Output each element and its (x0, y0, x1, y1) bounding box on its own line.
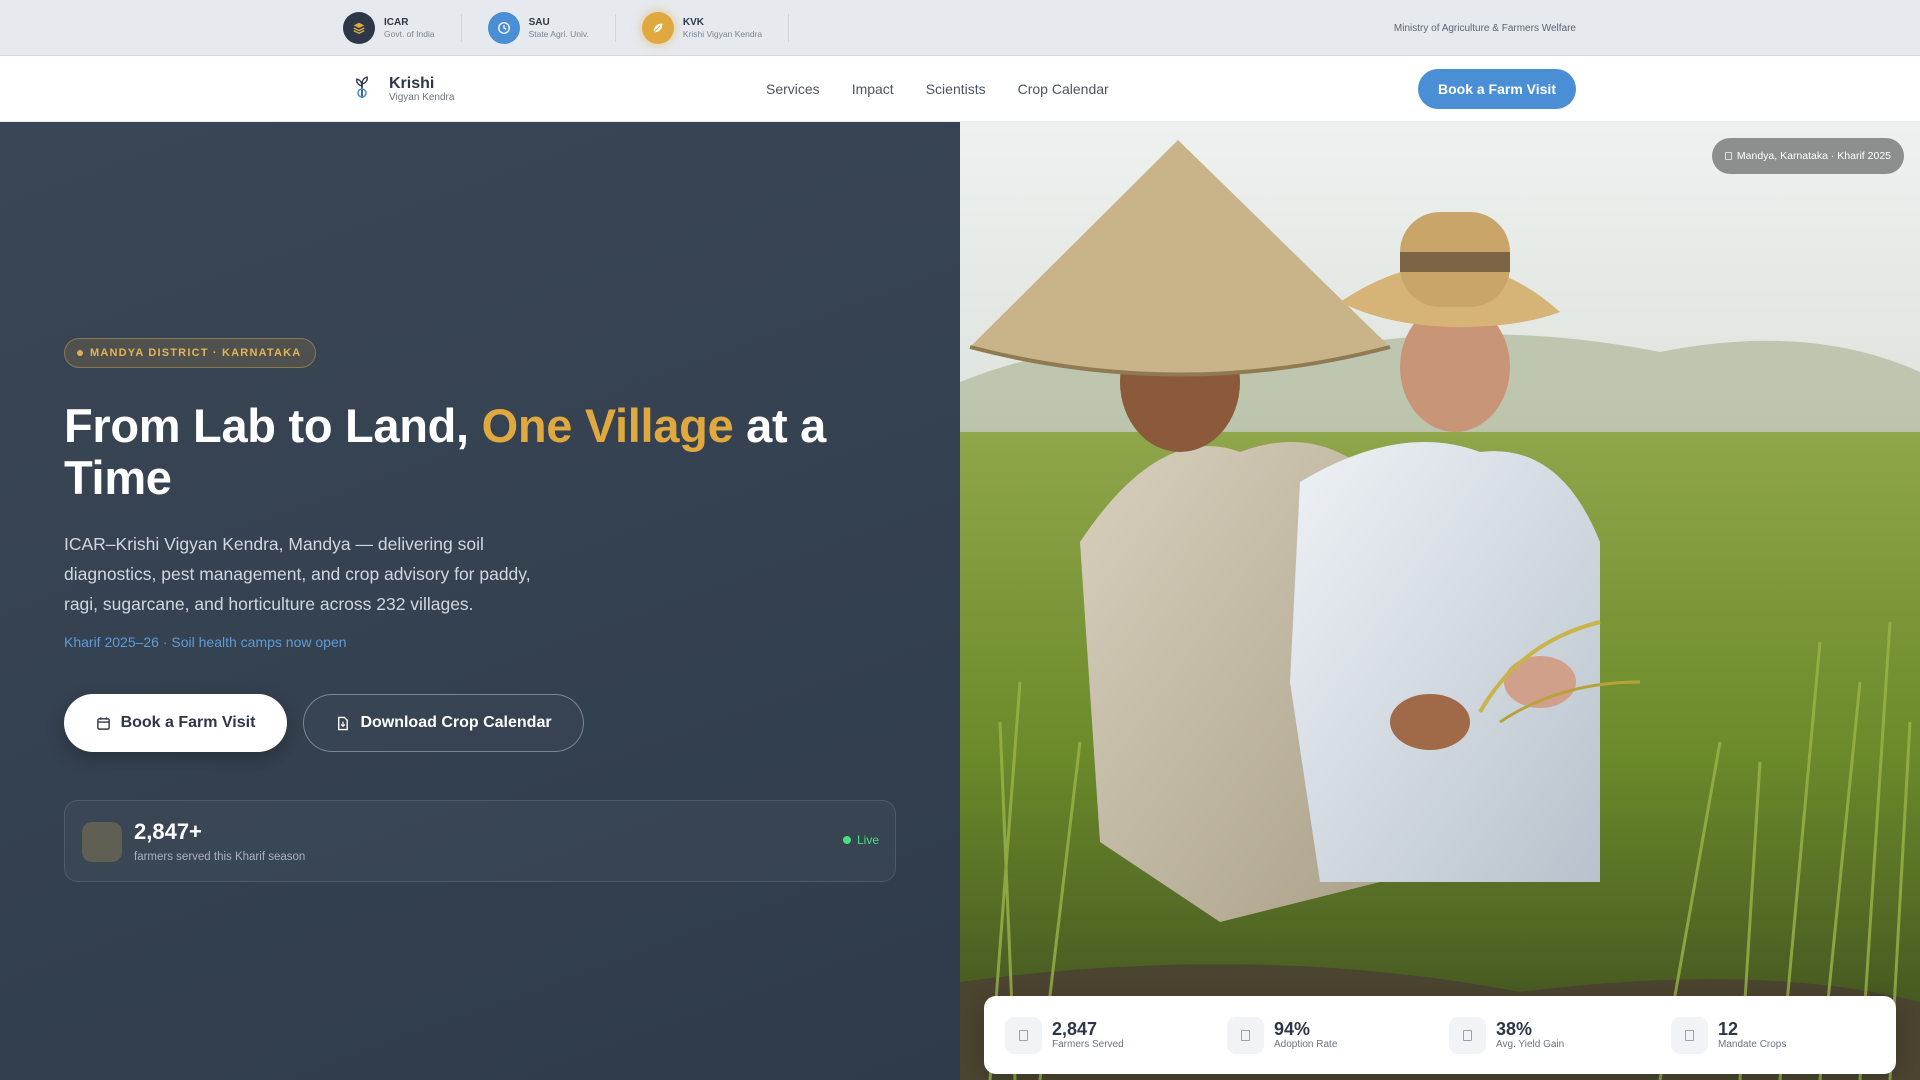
leaf-icon (641, 12, 674, 44)
org-sub: Krishi Vigyan Kendra (682, 28, 763, 39)
stat-value: 12 (1718, 1019, 1739, 1039)
stat-label: Avg. Yield Gain (1496, 1039, 1565, 1050)
stat-value: 38% (1496, 1019, 1533, 1039)
nav-link-scientists[interactable]: Scientists (926, 81, 986, 97)
gov-strip: ICAR Govt. of India SAU State Agri. Univ… (0, 0, 1920, 56)
stats-panel: 2,847 Farmers Served 94% Adoption Rate 3… (984, 996, 1896, 1074)
org-sub: Govt. of India (384, 28, 435, 39)
stat-yield-gain: 38% Avg. Yield Gain (1449, 1016, 1671, 1054)
brand-subtitle: Vigyan Kendra (389, 92, 455, 103)
live-dot-icon (842, 836, 851, 844)
org-name: KVK (682, 16, 705, 28)
download-crop-calendar-label: Download Crop Calendar (360, 714, 552, 731)
nav-link-impact[interactable]: Impact (852, 81, 894, 97)
brand-logo[interactable]: Krishi Vigyan Kendra (347, 72, 454, 107)
stat-value: 94% (1274, 1019, 1311, 1039)
live-count: 2,847+ (134, 819, 202, 844)
district-badge-label: MANDYA DISTRICT · KARNATAKA (90, 347, 302, 359)
stat-adoption-rate: 94% Adoption Rate (1227, 1016, 1449, 1054)
org-sub: State Agri. Univ. (528, 28, 589, 39)
download-crop-calendar-button[interactable]: Download Crop Calendar (303, 694, 584, 752)
org-sau[interactable]: SAU State Agri. Univ. (487, 12, 616, 44)
kharif-note-link[interactable]: Kharif 2025–26 · Soil health camps now o… (64, 634, 347, 650)
org-icar[interactable]: ICAR Govt. of India (343, 12, 462, 44)
stat-label: Mandate Crops (1718, 1039, 1787, 1050)
stat-mandate-crops: 12 Mandate Crops (1671, 1016, 1893, 1054)
layers-icon (343, 12, 375, 44)
org-kvk[interactable]: KVK Krishi Vigyan Kendra (641, 12, 790, 44)
book-farm-visit-label: Book a Farm Visit (120, 714, 256, 731)
location-pin-icon (1724, 152, 1732, 160)
location-label: Mandya, Karnataka · Kharif 2025 (1736, 150, 1891, 162)
users-icon (1005, 1016, 1042, 1054)
nav-book-visit-button[interactable]: Book a Farm Visit (1418, 69, 1576, 109)
hero-title-part1: From Lab to Land, (64, 399, 482, 452)
hero-description: ICAR–Krishi Vigyan Kendra, Mandya — deli… (64, 534, 531, 614)
farmers-icon (82, 822, 122, 862)
live-status-label: Live (856, 833, 879, 847)
calendar-icon (96, 716, 110, 730)
main-navbar: Krishi Vigyan Kendra Services Impact Sci… (0, 56, 1920, 122)
nav-links: Services Impact Scientists Crop Calendar (766, 56, 1109, 122)
crop-icon (1671, 1016, 1708, 1054)
brand-name: Krishi (389, 75, 435, 92)
org-name: ICAR (384, 16, 409, 28)
ministry-label: Ministry of Agriculture & Farmers Welfar… (1393, 22, 1576, 34)
check-icon (1227, 1016, 1264, 1054)
nav-link-crop-calendar[interactable]: Crop Calendar (1018, 81, 1109, 97)
document-icon (338, 716, 349, 730)
district-badge: MANDYA DISTRICT · KARNATAKA (64, 338, 317, 368)
org-name: SAU (528, 16, 550, 28)
trend-up-icon (1449, 1016, 1486, 1054)
location-badge: Mandya, Karnataka · Kharif 2025 (1711, 138, 1904, 174)
nav-link-services[interactable]: Services (766, 81, 820, 97)
badge-dot-icon (77, 350, 83, 356)
stat-farmers-served: 2,847 Farmers Served (1005, 1016, 1227, 1054)
live-status: Live (842, 833, 879, 847)
book-farm-visit-button[interactable]: Book a Farm Visit (64, 694, 287, 752)
clock-icon (487, 12, 520, 44)
live-farmers-card: 2,847+ farmers served this Kharif season… (64, 800, 896, 882)
hero-title-accent: One Village (481, 399, 734, 452)
live-count-label: farmers served this Kharif season (134, 851, 306, 863)
hero-content: MANDYA DISTRICT · KARNATAKA From Lab to … (0, 122, 960, 1080)
hero-photo: Mandya, Karnataka · Kharif 2025 2,847 Fa… (960, 122, 1920, 1080)
hero-title: From Lab to Land, One Village at a Time (64, 400, 884, 504)
stat-label: Farmers Served (1052, 1039, 1124, 1050)
stat-value: 2,847 (1052, 1019, 1098, 1039)
farmers-paddy-photo (960, 122, 1920, 1080)
sprout-icon (347, 72, 377, 107)
stat-label: Adoption Rate (1274, 1039, 1338, 1050)
